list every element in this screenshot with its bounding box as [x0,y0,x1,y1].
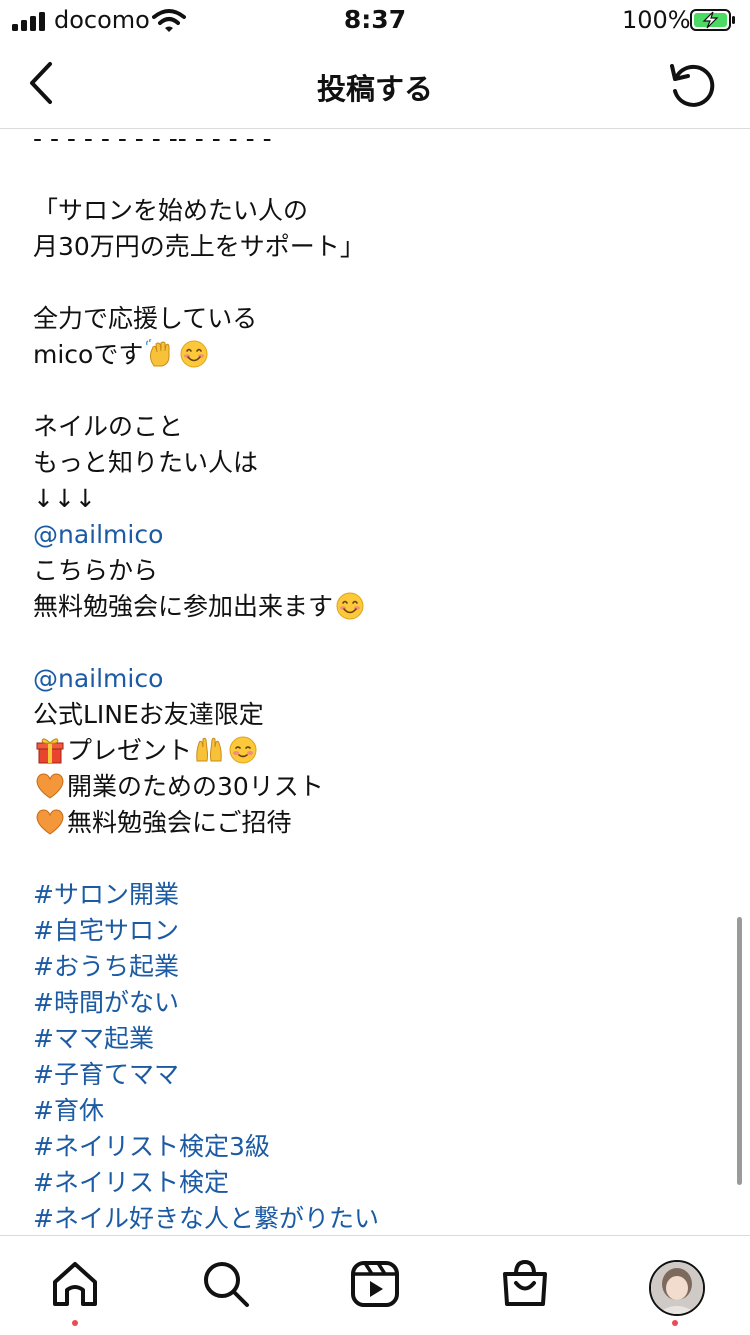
gift-emoji [35,735,65,765]
caption-text: 「サロンを始めたい人の [33,196,309,225]
search-icon[interactable] [198,1256,252,1312]
caption-line: micoです [33,337,379,373]
caption-text: 無料勉強会に参加出来ます [33,592,334,621]
caption-line: #自宅サロン [33,913,379,949]
caption-text: 公式LINEお友達限定 [33,700,264,729]
page-title: 投稿する [316,72,433,106]
caption-line: #子育てママ [33,1057,379,1093]
caption-line [33,841,379,877]
caption-line: 「サロンを始めたい人の [33,193,379,229]
scrollbar[interactable] [737,917,742,1185]
caption-line: 無料勉強会に参加出来ます [33,589,379,625]
caption-line: ネイルのこと [33,409,379,445]
caption-line: #ネイル好きな人と繋がりたい [33,1201,379,1235]
raised-hands-emoji [194,735,224,765]
caption-line [33,157,379,193]
caption-line: もっと知りたい人は [33,445,379,481]
orange-heart-emoji [35,807,65,837]
hashtag-link[interactable]: #ネイリスト検定 [33,1168,229,1197]
blushing-face-emoji [228,735,258,765]
hashtag-link[interactable]: #ネイル好きな人と繋がりたい [33,1204,379,1233]
caption-line: 無料勉強会にご招待 [33,805,379,841]
hashtag-link[interactable]: #ママ起業 [33,1024,154,1053]
caption-line: 開業のための30リスト [33,769,379,805]
bottom-tab-bar [0,1235,750,1335]
caption-line: #ネイリスト検定3級 [33,1129,379,1165]
hashtag-link[interactable]: #自宅サロン [33,916,179,945]
caption-line [33,625,379,661]
caption-text: プレゼント [67,736,193,765]
hashtag-link[interactable]: #ネイリスト検定3級 [33,1132,270,1161]
caption-text: ネイルのこと [33,412,184,441]
caption-line: #育休 [33,1093,379,1129]
caption-line: 公式LINEお友達限定 [33,697,379,733]
hashtag-link[interactable]: #サロン開業 [33,880,179,909]
orange-heart-emoji [35,771,65,801]
status-bar: docomo 8:37 100% [0,0,750,40]
caption-text: 開業のための30リスト [67,772,324,801]
caption-line: #時間がない [33,985,379,1021]
caption-line: こちらから [33,553,379,589]
waving-hand-emoji [145,339,175,369]
caption-line: ↓↓↓ [33,481,379,517]
battery-percent: 100% [622,6,691,34]
profile-notification-dot [672,1320,678,1326]
post-caption: - - - - - - - - -- - - - - - 「サロンを始めたい人の月… [33,129,379,1235]
hashtag-link[interactable]: #子育てママ [33,1060,179,1089]
caption-line: 月30万円の売上をサポート」 [33,229,379,265]
caption-line: #ママ起業 [33,1021,379,1057]
caption-line: @nailmico [33,517,379,553]
caption-line: プレゼント [33,733,379,769]
caption-text: ↓↓↓ [33,484,96,513]
caption-line: 全力で応援している [33,301,379,337]
caption-text: 無料勉強会にご招待 [67,808,292,837]
caption-text: - - - - - - - - -- - - - - - [33,129,272,153]
caption-text: 月30万円の売上をサポート」 [33,232,365,261]
caption-line: - - - - - - - - -- - - - - - [33,129,379,157]
caption-line: #ネイリスト検定 [33,1165,379,1201]
avatar[interactable] [649,1260,705,1316]
caption-line [33,373,379,409]
mention-link[interactable]: @nailmico [33,520,163,549]
caption-text: micoです [33,340,144,369]
battery-charging-icon [690,9,735,31]
reels-icon[interactable] [348,1256,402,1312]
hashtag-link[interactable]: #おうち起業 [33,952,179,981]
caption-line: @nailmico [33,661,379,697]
caption-text: 全力で応援している [33,304,258,333]
hashtag-link[interactable]: #時間がない [33,988,179,1017]
top-navigation-bar: 投稿する [0,48,750,129]
caption-text: こちらから [33,556,159,585]
post-caption-area[interactable]: - - - - - - - - -- - - - - - 「サロンを始めたい人の月… [0,129,750,1235]
caption-line [33,265,379,301]
refresh-icon[interactable] [666,58,720,112]
smiling-face-emoji [179,339,209,369]
shop-bag-icon[interactable] [498,1256,552,1312]
smiling-face-emoji [335,591,365,621]
home-icon[interactable] [48,1256,102,1312]
caption-text: もっと知りたい人は [33,448,259,477]
caption-line: #おうち起業 [33,949,379,985]
hashtag-link[interactable]: #育休 [33,1096,104,1125]
caption-line: #サロン開業 [33,877,379,913]
home-notification-dot [72,1320,78,1326]
mention-link[interactable]: @nailmico [33,664,163,693]
